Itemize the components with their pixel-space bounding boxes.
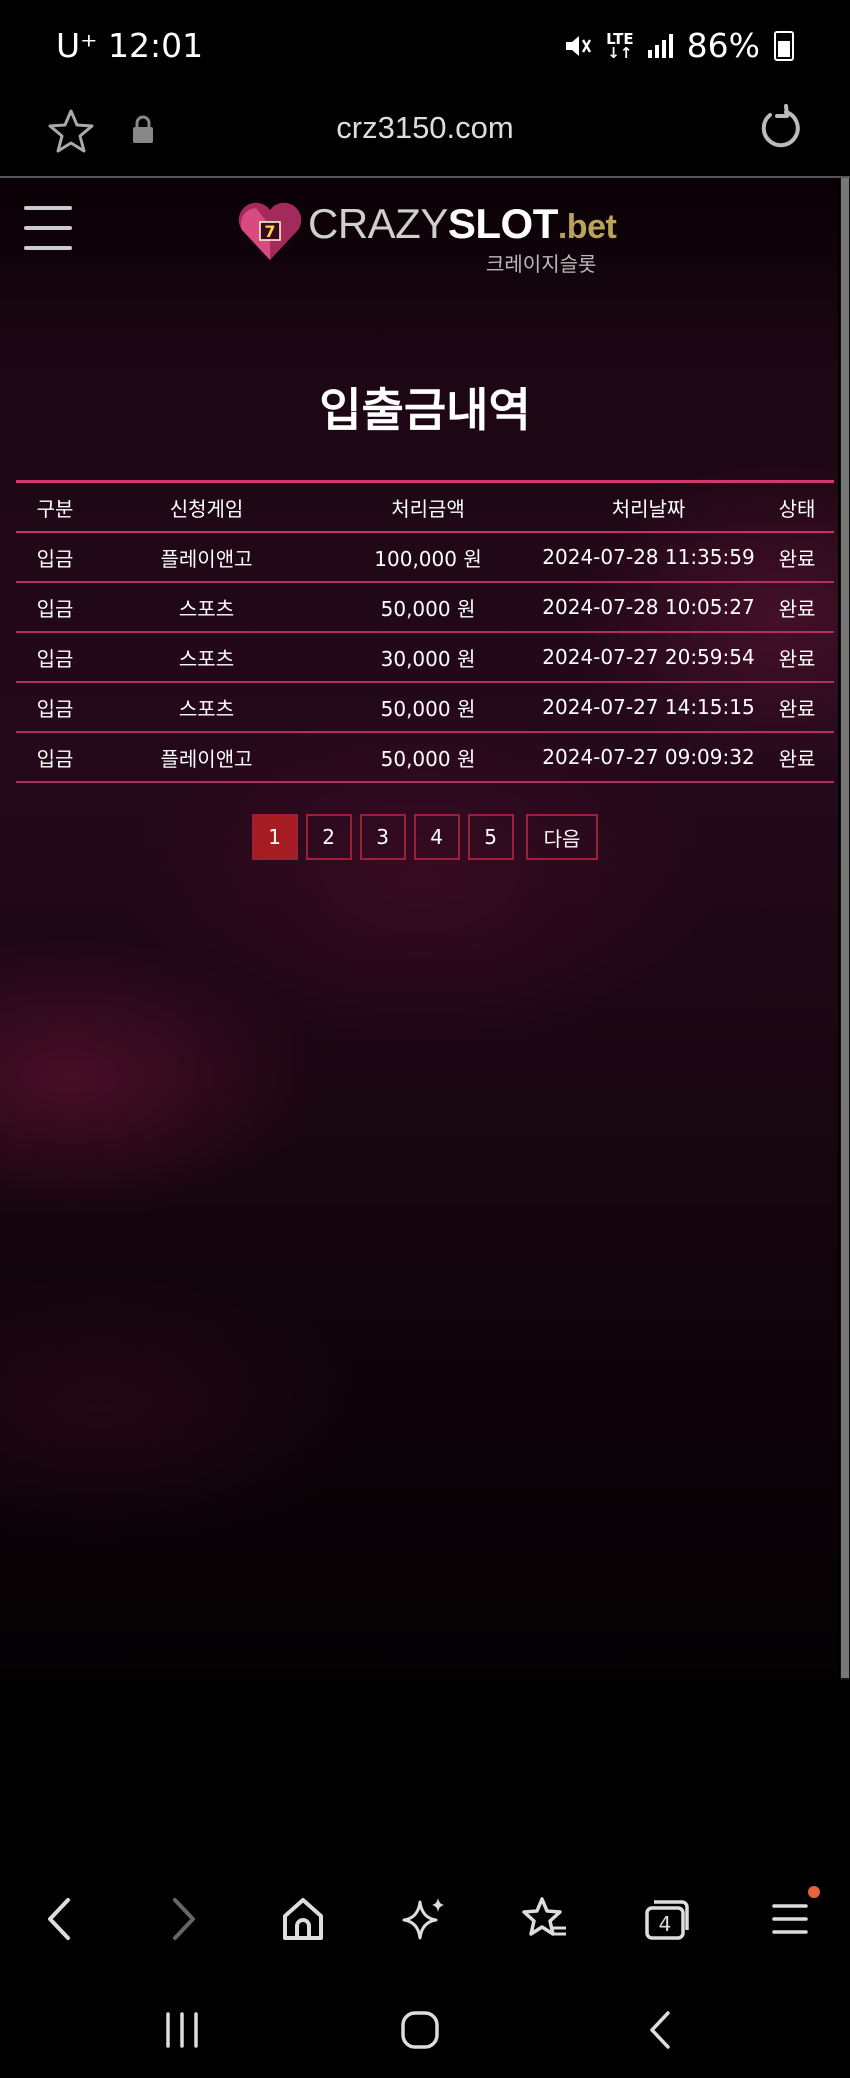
forward-icon[interactable] <box>163 1894 203 1944</box>
column-header-date: 처리날짜 <box>611 496 686 521</box>
cell-type: 입금 <box>36 646 74 671</box>
bookmarks-icon[interactable] <box>520 1894 570 1944</box>
cell-game: 스포츠 <box>178 696 235 721</box>
home-button-icon[interactable] <box>398 2008 442 2052</box>
logo-subtitle: 크레이지슬롯 <box>486 252 597 276</box>
home-icon[interactable] <box>280 1894 326 1944</box>
cell-type: 입금 <box>36 696 74 721</box>
recent-apps-icon[interactable] <box>160 2008 204 2052</box>
cell-date: 2024-07-27 14:15:15 <box>542 695 755 719</box>
browser-toolbar: 4 <box>0 1880 850 1960</box>
cell-type: 입금 <box>36 596 74 621</box>
cell-status: 완료 <box>778 746 816 771</box>
table-row: 입금 스포츠 50,000 원 2024-07-27 14:15:15 완료 <box>16 682 834 732</box>
system-navigation-bar <box>0 1990 850 2078</box>
table-row: 입금 플레이앤고 100,000 원 2024-07-28 11:35:59 완… <box>16 532 834 582</box>
page-button-2[interactable]: 2 <box>305 814 352 860</box>
page-scrollbar[interactable] <box>840 178 850 1680</box>
battery-percent: 86% <box>686 26 760 65</box>
cell-amount: 50,000 원 <box>380 596 476 621</box>
page-title: 입출금내역 <box>319 383 531 437</box>
cell-game: 스포츠 <box>178 596 235 621</box>
tabs-icon[interactable]: 4 <box>642 1894 692 1944</box>
system-back-icon[interactable] <box>640 2008 684 2052</box>
cell-amount: 100,000 원 <box>374 546 482 571</box>
cell-game: 플레이앤고 <box>160 546 253 571</box>
cell-date: 2024-07-27 09:09:32 <box>542 745 755 769</box>
transaction-table: 구분 신청게임 처리금액 처리날짜 상태 입금 플레이앤고 100,000 원 … <box>16 480 834 783</box>
column-header-game: 신청게임 <box>169 496 244 521</box>
hamburger-menu-button[interactable] <box>24 206 72 250</box>
back-icon[interactable] <box>40 1894 80 1944</box>
status-icons: LTE ↓↑ 86% <box>562 26 794 65</box>
cell-game: 플레이앤고 <box>160 746 253 771</box>
cell-amount: 50,000 원 <box>380 696 476 721</box>
cell-date: 2024-07-28 11:35:59 <box>542 545 755 569</box>
column-header-amount: 처리금액 <box>391 496 465 521</box>
page-button-3[interactable]: 3 <box>359 814 406 860</box>
sparkle-icon[interactable] <box>400 1894 450 1944</box>
notification-dot <box>808 1886 820 1898</box>
reload-icon[interactable] <box>756 104 804 152</box>
table-row: 입금 스포츠 30,000 원 2024-07-27 20:59:54 완료 <box>16 632 834 682</box>
page-button-4[interactable]: 4 <box>413 814 460 860</box>
cell-status: 완료 <box>778 646 816 671</box>
url-text[interactable]: crz3150.com <box>0 110 850 146</box>
table-header-row: 구분 신청게임 처리금액 처리날짜 상태 <box>16 481 834 532</box>
cell-status: 완료 <box>778 696 816 721</box>
column-header-type: 구분 <box>36 496 74 521</box>
page-button-1[interactable]: 1 <box>251 814 298 860</box>
cell-status: 완료 <box>778 596 816 621</box>
browser-address-bar: crz3150.com <box>0 90 850 178</box>
menu-icon[interactable] <box>768 1894 812 1944</box>
cell-status: 완료 <box>778 546 816 571</box>
table-row: 입금 플레이앤고 50,000 원 2024-07-27 09:09:32 완료 <box>16 732 834 782</box>
network-type: LTE ↓↑ <box>606 29 634 62</box>
battery-icon <box>774 30 794 61</box>
status-bar: U⁺ 12:01 LTE ↓↑ 86% <box>0 0 850 90</box>
table-row: 입금 스포츠 50,000 원 2024-07-28 10:05:27 완료 <box>16 582 834 632</box>
cell-date: 2024-07-27 20:59:54 <box>542 645 755 669</box>
cell-amount: 50,000 원 <box>380 746 476 771</box>
site-logo[interactable]: 7 CRAZYSLOT.bet 크레이지슬롯 <box>236 200 617 276</box>
column-header-status: 상태 <box>778 496 816 521</box>
cell-amount: 30,000 원 <box>380 646 476 671</box>
carrier-time: U⁺ 12:01 <box>56 26 204 65</box>
cell-type: 입금 <box>36 546 74 571</box>
svg-text:4: 4 <box>659 1912 672 1936</box>
signal-icon <box>647 33 673 58</box>
cell-type: 입금 <box>36 746 74 771</box>
logo-wordmark: CRAZYSLOT.bet <box>308 200 617 247</box>
next-page-button[interactable]: 다음 <box>525 814 599 860</box>
heart-logo-icon: 7 <box>238 202 302 260</box>
cell-game: 스포츠 <box>178 646 235 671</box>
pagination: 1 2 3 4 5 다음 <box>0 814 838 860</box>
svg-text:7: 7 <box>264 222 275 241</box>
cell-date: 2024-07-28 10:05:27 <box>542 595 755 619</box>
mute-icon <box>566 35 592 56</box>
page-button-5[interactable]: 5 <box>467 814 514 860</box>
web-page: 7 CRAZYSLOT.bet 크레이지슬롯 입출금내역 구분 신청게임 처리금… <box>0 178 838 1680</box>
